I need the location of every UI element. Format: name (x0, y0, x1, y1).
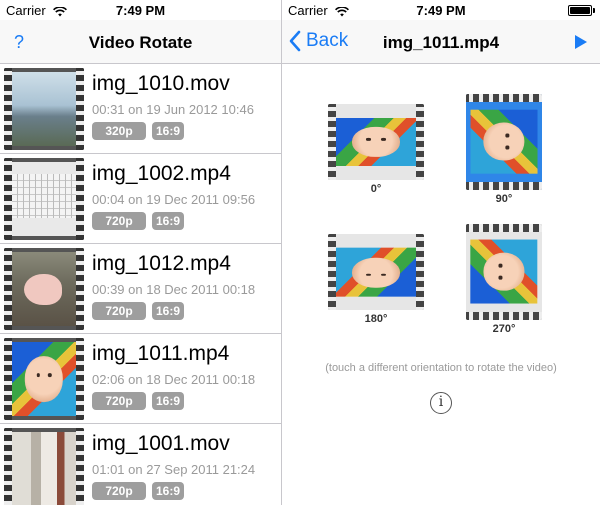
video-row[interactable]: img_1012.mp4 00:39 on 18 Dec 2011 00:18 72… (0, 244, 281, 334)
aspect-badge: 16:9 (152, 122, 184, 140)
video-name: img_1010.mov (92, 72, 230, 95)
rotation-option-0[interactable]: 0° (328, 104, 424, 195)
thumbnail-picture (12, 342, 76, 416)
film-strip (328, 104, 336, 180)
aspect-badge: 16:9 (152, 302, 184, 320)
film-strip (416, 104, 424, 180)
video-thumbnail (4, 158, 84, 240)
film-strip (76, 158, 84, 240)
status-bar: Carrier 7:49 PM (282, 0, 600, 20)
play-icon[interactable] (574, 34, 588, 50)
rotation-option-270[interactable]: 270° (456, 224, 552, 335)
status-time: 7:49 PM (115, 3, 166, 18)
status-time: 7:49 PM (416, 3, 466, 18)
video-row[interactable]: img_1011.mp4 02:06 on 18 Dec 2011 00:18 72… (0, 334, 281, 424)
video-name: img_1011.mp4 (92, 342, 230, 365)
rotation-preview (328, 234, 424, 310)
thumbnail-picture (12, 72, 76, 146)
rotation-label: 270° (492, 323, 516, 335)
preview-background (466, 102, 542, 182)
aspect-badge: 16:9 (152, 482, 184, 500)
video-badges: 720p 16:9 (92, 212, 184, 230)
resolution-badge: 720p (92, 302, 146, 320)
film-strip (466, 224, 542, 232)
video-name: img_1001.mov (92, 432, 230, 455)
video-detail-screen: Carrier 7:49 PM Back img_1011.mp4 0° 90° 1… (281, 0, 600, 505)
film-strip (466, 312, 542, 320)
thumbnail-frame (12, 162, 76, 236)
rotation-label: 180° (364, 313, 388, 325)
resolution-badge: 720p (92, 482, 146, 500)
film-strip (4, 428, 12, 505)
resolution-badge: 720p (92, 392, 146, 410)
thumbnail-picture (12, 252, 76, 326)
video-name: img_1002.mp4 (92, 162, 231, 185)
film-strip (4, 158, 12, 240)
video-meta: 00:31 on 19 Jun 2012 10:46 (92, 102, 254, 117)
video-row[interactable]: img_1002.mp4 00:04 on 19 Dec 2011 09:56 72… (0, 154, 281, 244)
resolution-badge: 320p (92, 122, 146, 140)
rotation-label: 0° (370, 183, 382, 195)
thumbnail-picture (12, 162, 76, 236)
thumbnail-frame (12, 432, 76, 505)
aspect-badge: 16:9 (152, 392, 184, 410)
preview-background (336, 234, 416, 310)
video-badges: 720p 16:9 (92, 392, 184, 410)
battery-icon (568, 5, 595, 16)
video-meta: 00:39 on 18 Dec 2011 00:18 (92, 282, 256, 297)
status-bar: Carrier 7:49 PM (0, 0, 281, 20)
film-strip (466, 94, 542, 102)
rotation-preview (328, 104, 424, 180)
film-strip (76, 428, 84, 505)
video-meta: 02:06 on 18 Dec 2011 00:18 (92, 372, 256, 387)
video-meta: 00:04 on 19 Dec 2011 09:56 (92, 192, 256, 207)
aspect-badge: 16:9 (152, 212, 184, 230)
video-list-screen: Carrier 7:49 PM ? Video Rotate img_1010.… (0, 0, 281, 505)
rotation-hint: (touch a different orientation to rotate… (325, 362, 557, 374)
film-strip (76, 338, 84, 420)
rotation-preview (466, 224, 542, 320)
film-strip (4, 338, 12, 420)
video-row[interactable]: img_1010.mov 00:31 on 19 Jun 2012 10:46 32… (0, 64, 281, 154)
preview-background (466, 232, 542, 312)
info-icon[interactable]: i (430, 392, 452, 414)
preview-background (336, 104, 416, 180)
thumbnail-picture (12, 432, 76, 505)
film-strip (76, 68, 84, 150)
thumbnail-frame (12, 252, 76, 326)
film-strip (4, 248, 12, 330)
film-strip (76, 248, 84, 330)
video-title: img_1011.mp4 (382, 33, 500, 52)
preview-picture (470, 238, 538, 305)
video-badges: 720p 16:9 (92, 482, 184, 500)
preview-picture (336, 117, 416, 167)
video-thumbnail (4, 428, 84, 505)
video-row[interactable]: img_1001.mov 01:01 on 27 Sep 2011 21:24 72… (0, 424, 281, 505)
video-badges: 320p 16:9 (92, 122, 184, 140)
video-name: img_1012.mp4 (92, 252, 231, 275)
film-strip (4, 68, 12, 150)
thumbnail-frame (12, 72, 76, 146)
video-badges: 720p 16:9 (92, 302, 184, 320)
page-title: Video Rotate (88, 33, 193, 52)
film-strip (466, 182, 542, 190)
thumbnail-frame (12, 342, 76, 416)
nav-bar: Back img_1011.mp4 (282, 20, 600, 64)
video-meta: 01:01 on 27 Sep 2011 21:24 (92, 462, 256, 477)
rotation-preview (466, 94, 542, 190)
rotation-option-180[interactable]: 180° (328, 234, 424, 325)
preview-picture (470, 108, 538, 175)
video-thumbnail (4, 248, 84, 330)
video-thumbnail (4, 68, 84, 150)
film-strip (328, 234, 336, 310)
nav-bar: ? Video Rotate (0, 20, 281, 64)
video-list: img_1010.mov 00:31 on 19 Jun 2012 10:46 32… (0, 64, 281, 505)
rotation-label: 90° (495, 193, 513, 205)
rotation-option-90[interactable]: 90° (456, 94, 552, 205)
video-thumbnail (4, 338, 84, 420)
resolution-badge: 720p (92, 212, 146, 230)
preview-picture (336, 247, 416, 297)
film-strip (416, 234, 424, 310)
